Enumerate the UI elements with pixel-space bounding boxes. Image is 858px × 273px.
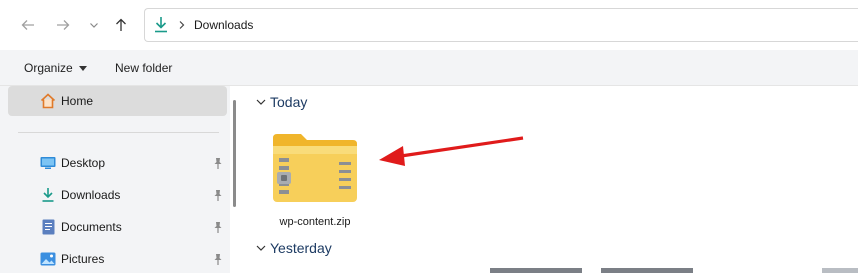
navigation-pane: Home Desktop Downloads Documents Picture… [0,86,230,273]
download-icon [40,187,56,203]
desktop-icon [40,155,56,171]
thumbnail-preview [601,268,693,273]
chevron-down-icon [90,23,98,28]
forward-button[interactable] [52,14,74,36]
new-folder-label: New folder [115,61,173,75]
breadcrumb-separator-icon [178,20,188,30]
pin-icon[interactable] [211,156,225,170]
chevron-down-icon [256,99,266,105]
sidebar-item-downloads[interactable]: Downloads [8,180,227,210]
sidebar-item-label: Desktop [61,156,106,170]
recent-locations-button[interactable] [83,14,105,36]
group-label: Yesterday [270,240,332,256]
breadcrumb-downloads[interactable]: Downloads [194,18,253,32]
address-row: Downloads [0,0,858,50]
pictures-icon [40,251,56,267]
back-button[interactable] [17,14,39,36]
up-button[interactable] [110,14,132,36]
sidebar-item-label: Pictures [61,252,105,266]
sidebar-item-label: Downloads [61,188,121,202]
thumbnail-preview [822,268,858,273]
organize-label: Organize [24,61,73,75]
arrow-right-icon [57,20,70,30]
chevron-down-icon [256,245,266,251]
sidebar-item-home[interactable]: Home [8,86,227,116]
download-icon [153,16,169,34]
group-header-yesterday[interactable]: Yesterday [255,240,332,256]
command-toolbar: Organize New folder [0,50,858,86]
organize-button[interactable]: Organize [24,61,87,75]
file-item-zip[interactable]: wp-content.zip [267,128,363,240]
sidebar-item-label: Home [61,94,94,108]
sidebar-item-pictures[interactable]: Pictures [8,244,227,273]
file-name: wp-content.zip [279,216,351,228]
sidebar-item-documents[interactable]: Documents [8,212,227,242]
pin-icon[interactable] [211,252,225,266]
home-icon [39,92,57,110]
sidebar-scrollbar[interactable] [233,100,236,207]
pin-icon[interactable] [211,220,225,234]
arrow-left-icon [21,20,34,30]
documents-icon [40,219,56,235]
group-label: Today [270,94,308,110]
arrow-up-icon [116,18,126,31]
sidebar-item-label: Documents [61,220,122,234]
thumbnail-preview [490,268,582,273]
pin-icon[interactable] [211,188,225,202]
zip-folder-icon [273,134,357,202]
caret-down-icon [78,65,87,71]
file-list: Today wp-content.zip Yesterday [243,86,858,273]
address-bar[interactable]: Downloads [144,8,858,42]
new-folder-button[interactable]: New folder [115,61,172,75]
sidebar-item-desktop[interactable]: Desktop [8,148,227,178]
group-header-today[interactable]: Today [255,94,307,110]
sidebar-divider [18,132,219,133]
annotation-arrow-icon [379,136,524,166]
